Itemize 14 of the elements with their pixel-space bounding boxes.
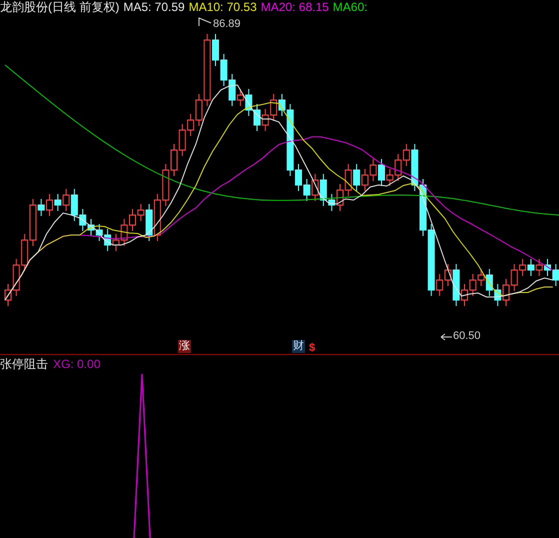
high-price-label: 86.89	[213, 18, 241, 30]
chart-title: 龙韵股份(日线 前复权)	[0, 0, 120, 14]
arrow-icon	[440, 333, 453, 341]
event-marker[interactable]: $	[308, 342, 316, 355]
event-marker[interactable]: 涨	[178, 340, 191, 353]
moving-average-reading: MA5: 70.59	[123, 0, 185, 14]
indicator-reading: XG: 0.00	[53, 357, 100, 371]
indicator-title: 张停阻击	[0, 357, 48, 371]
event-marker[interactable]: 财	[292, 340, 305, 353]
moving-average-reading: MA20: 68.15	[260, 0, 329, 14]
moving-average-reading: MA60:	[332, 0, 368, 14]
low-price-label: 60.50	[453, 330, 481, 342]
moving-average-reading: MA10: 70.53	[188, 0, 257, 14]
leader-line	[198, 17, 212, 27]
